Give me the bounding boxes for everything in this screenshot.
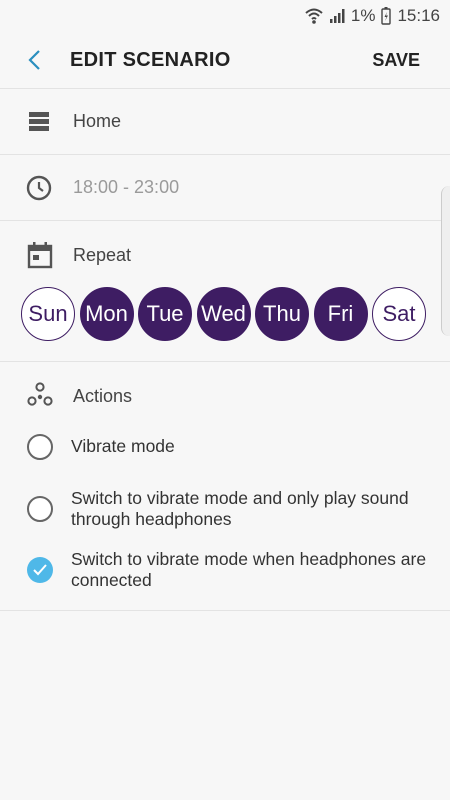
wifi-icon (305, 7, 323, 25)
day-tue[interactable]: Tue (138, 287, 192, 341)
actions-label: Actions (73, 386, 133, 406)
status-bar: 1% 15:16 (0, 0, 450, 32)
app-bar: EDIT SCENARIO SAVE (0, 32, 450, 89)
radio-button[interactable] (27, 496, 53, 522)
list-icon (26, 108, 54, 136)
signal-icon (329, 8, 345, 24)
repeat-label: Repeat (73, 245, 132, 265)
option-vibrate-headphones-sound[interactable]: Switch to vibrate mode and only play sou… (0, 488, 450, 530)
clock-icon (26, 174, 54, 202)
radio-button-checked[interactable] (27, 557, 53, 583)
repeat-header: Repeat (0, 221, 450, 287)
time-range: 18:00 - 23:00 (73, 177, 180, 197)
option-label: Switch to vibrate mode and only play sou… (71, 488, 409, 529)
day-thu[interactable]: Thu (255, 287, 309, 341)
option-vibrate-mode[interactable]: Vibrate mode (0, 434, 450, 460)
option-label: Switch to vibrate mode when headphones a… (71, 549, 427, 590)
option-label: Vibrate mode (71, 436, 175, 456)
option-vibrate-headphones-connected[interactable]: Switch to vibrate mode when headphones a… (0, 549, 450, 591)
day-sun[interactable]: Sun (21, 287, 75, 341)
clock-time: 15:16 (397, 6, 440, 25)
checkmark-icon (33, 564, 47, 576)
day-fri[interactable]: Fri (313, 287, 368, 341)
day-sat[interactable]: Sat (372, 287, 426, 341)
calendar-icon (27, 241, 53, 269)
page-title: EDIT SCENARIO (70, 48, 231, 71)
actions-section: Actions Vibrate mode Switch to vibrate m… (0, 362, 450, 611)
save-button[interactable]: SAVE (372, 50, 420, 71)
back-arrow-icon[interactable] (22, 46, 50, 74)
day-mon[interactable]: Mon (79, 287, 134, 341)
radio-button[interactable] (27, 434, 53, 460)
battery-icon (381, 7, 392, 25)
day-selector: Sun Mon Tue Wed Thu Fri Sat (21, 287, 426, 341)
day-wed[interactable]: Wed (196, 287, 251, 341)
edge-panel-handle[interactable] (441, 186, 450, 336)
time-range-row[interactable]: 18:00 - 23:00 (0, 155, 450, 221)
actions-icon (27, 382, 53, 408)
scenario-name: Home (73, 111, 122, 131)
battery-percent: 1% (350, 6, 376, 25)
scenario-name-row[interactable]: Home (0, 89, 450, 155)
